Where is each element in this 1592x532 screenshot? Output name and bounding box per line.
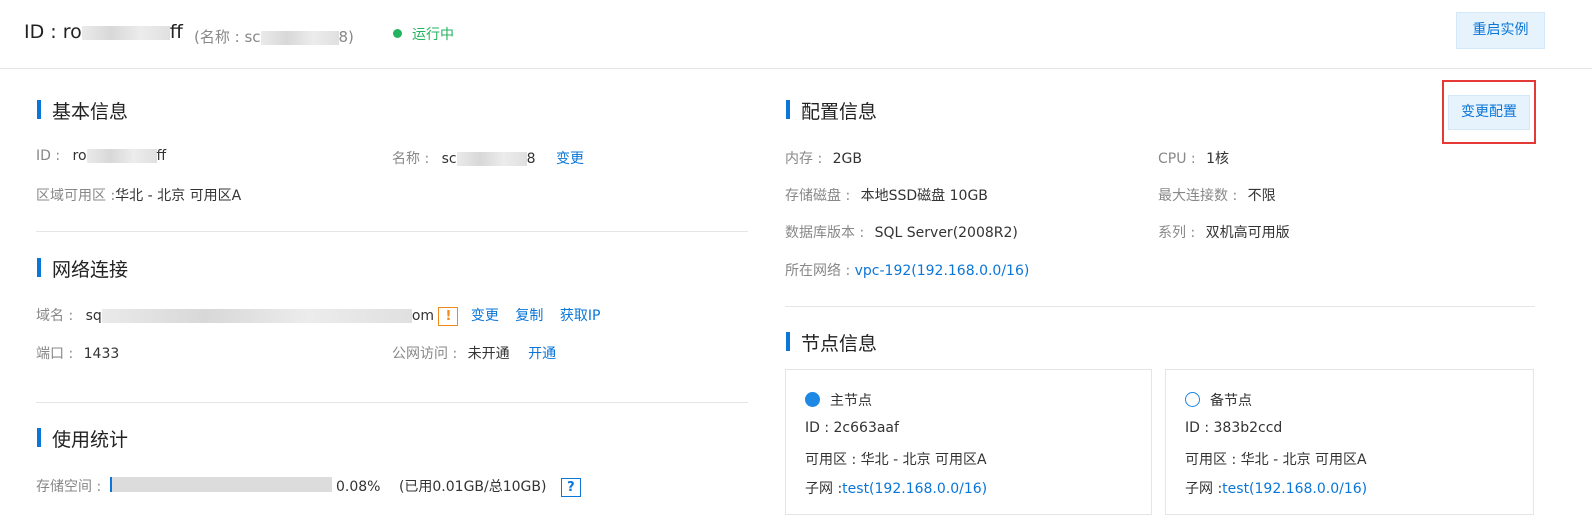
disk-label: 存储磁盘 :	[785, 188, 851, 204]
domain-label: 域名 :	[36, 308, 74, 324]
primary-node-zone: 可用区 : 华北 - 北京 可用区A	[805, 452, 987, 468]
divider	[36, 231, 748, 232]
basic-id-label: ID :	[36, 148, 61, 164]
disk-row: 存储磁盘 : 本地SSD磁盘 10GB	[785, 185, 988, 205]
max-connections-value: 不限	[1247, 188, 1276, 204]
redacted-id	[81, 25, 170, 40]
basic-id-prefix: ro	[72, 148, 87, 164]
standby-node-id: ID : 383b2ccd	[1185, 420, 1283, 436]
standby-node-subnet-row: 子网 :test(192.168.0.0/16)	[1185, 478, 1367, 498]
basic-zone-value: 华北 - 北京 可用区A	[115, 188, 242, 204]
network-title: 网络连接	[37, 255, 128, 282]
open-public-link[interactable]: 开通	[528, 346, 556, 362]
instance-header: ID : ro ff (名称 : sc 8) 运行中 重启实例	[0, 0, 1592, 69]
nodes-title: 节点信息	[786, 329, 877, 356]
primary-node-subnet-label: 子网 :	[805, 481, 843, 497]
instance-name-suffix: 8)	[338, 28, 354, 46]
standby-node-zone: 可用区 : 华北 - 北京 可用区A	[1185, 452, 1367, 468]
get-ip-link[interactable]: 获取IP	[560, 308, 601, 324]
port-row: 端口 : 1433	[36, 343, 119, 363]
disk-value: 本地SSD磁盘 10GB	[860, 188, 988, 204]
usage-title: 使用统计	[37, 425, 128, 452]
redacted-name	[260, 30, 339, 45]
instance-id-prefix: ID : ro	[24, 21, 82, 43]
series-value: 双机高可用版	[1205, 225, 1290, 241]
primary-node-label: 主节点	[830, 393, 872, 409]
storage-percent: 0.08%	[336, 479, 381, 495]
storage-detail: (已用0.01GB/总10GB)	[398, 479, 547, 495]
primary-node-subnet-link[interactable]: test(192.168.0.0/16)	[842, 481, 987, 497]
max-connections-label: 最大连接数 :	[1158, 188, 1238, 204]
max-connections-row: 最大连接数 : 不限	[1158, 185, 1276, 205]
db-version-row: 数据库版本 : SQL Server(2008R2)	[785, 222, 1018, 242]
storage-progress-bar	[110, 477, 332, 492]
network-label: 所在网络 :	[785, 263, 851, 279]
redacted-basic-id	[86, 149, 157, 163]
basic-id-suffix: ff	[156, 148, 167, 164]
basic-info-title: 基本信息	[37, 97, 128, 124]
memory-row: 内存 : 2GB	[785, 148, 862, 168]
network-row: 所在网络 : vpc-192(192.168.0.0/16)	[785, 260, 1029, 280]
primary-node-card: 主节点 ID : 2c663aaf 可用区 : 华北 - 北京 可用区A 子网 …	[785, 369, 1152, 515]
storage-usage-row: 0.08% (已用0.01GB/总10GB) ?	[336, 476, 581, 497]
warning-icon[interactable]: !	[438, 306, 459, 326]
standby-node-subnet-label: 子网 :	[1185, 481, 1223, 497]
restart-instance-button[interactable]: 重启实例	[1456, 12, 1545, 49]
standby-node-label: 备节点	[1210, 393, 1252, 409]
divider	[36, 402, 748, 403]
series-row: 系列 : 双机高可用版	[1158, 222, 1290, 242]
port-value: 1433	[83, 346, 120, 362]
public-access-value: 未开通	[467, 346, 510, 362]
db-version-value: SQL Server(2008R2)	[874, 225, 1018, 241]
standby-node-radio-icon[interactable]	[1185, 392, 1200, 407]
primary-node-radio-icon[interactable]	[805, 392, 820, 407]
cpu-row: CPU : 1核	[1158, 148, 1229, 168]
domain-change-link[interactable]: 变更	[471, 308, 499, 324]
basic-name-row: 名称 : sc 8 变更	[392, 148, 584, 168]
instance-id-suffix: ff	[169, 21, 183, 43]
primary-node-head: 主节点	[805, 390, 872, 410]
public-access-row: 公网访问 : 未开通 开通	[392, 343, 556, 363]
name-change-link[interactable]: 变更	[556, 151, 584, 167]
memory-value: 2GB	[832, 151, 862, 167]
domain-suffix: om	[411, 308, 435, 324]
storage-label: 存储空间 :	[36, 479, 102, 495]
help-icon[interactable]: ?	[560, 477, 581, 497]
domain-copy-link[interactable]: 复制	[515, 308, 543, 324]
domain-row: 域名 : sq om ! 变更 复制 获取IP	[36, 305, 600, 326]
redacted-basic-name	[456, 152, 527, 166]
status-badge: 运行中	[393, 24, 454, 44]
vpc-link[interactable]: vpc-192(192.168.0.0/16)	[855, 263, 1030, 279]
basic-zone-row: 区域可用区 :华北 - 北京 可用区A	[36, 185, 241, 205]
standby-node-head: 备节点	[1185, 390, 1252, 410]
basic-name-suffix: 8	[526, 151, 536, 167]
instance-id-title: ID : ro ff	[24, 21, 183, 43]
domain-prefix: sq	[85, 308, 102, 324]
memory-label: 内存 :	[785, 151, 823, 167]
primary-node-id: ID : 2c663aaf	[805, 420, 899, 436]
basic-id-row: ID : ro ff	[36, 148, 166, 164]
instance-name-prefix: (名称 : sc	[194, 28, 261, 46]
status-dot-icon	[393, 29, 402, 38]
cpu-label: CPU :	[1158, 151, 1196, 167]
basic-name-prefix: sc	[441, 151, 457, 167]
primary-node-subnet-row: 子网 :test(192.168.0.0/16)	[805, 478, 987, 498]
divider	[785, 306, 1535, 307]
basic-zone-label: 区域可用区 :	[36, 188, 116, 204]
change-config-button[interactable]: 变更配置	[1448, 95, 1530, 130]
standby-node-subnet-link[interactable]: test(192.168.0.0/16)	[1222, 481, 1367, 497]
basic-name-label: 名称 :	[392, 151, 430, 167]
port-label: 端口 :	[36, 346, 74, 362]
public-access-label: 公网访问 :	[392, 346, 458, 362]
status-text: 运行中	[412, 27, 454, 43]
instance-name-title: (名称 : sc 8)	[194, 26, 354, 47]
standby-node-card: 备节点 ID : 383b2ccd 可用区 : 华北 - 北京 可用区A 子网 …	[1165, 369, 1534, 515]
db-version-label: 数据库版本 :	[785, 225, 865, 241]
series-label: 系列 :	[1158, 225, 1196, 241]
redacted-domain	[101, 309, 412, 323]
storage-progress-fill	[110, 477, 113, 492]
config-title: 配置信息	[786, 97, 877, 124]
cpu-value: 1核	[1206, 151, 1230, 167]
